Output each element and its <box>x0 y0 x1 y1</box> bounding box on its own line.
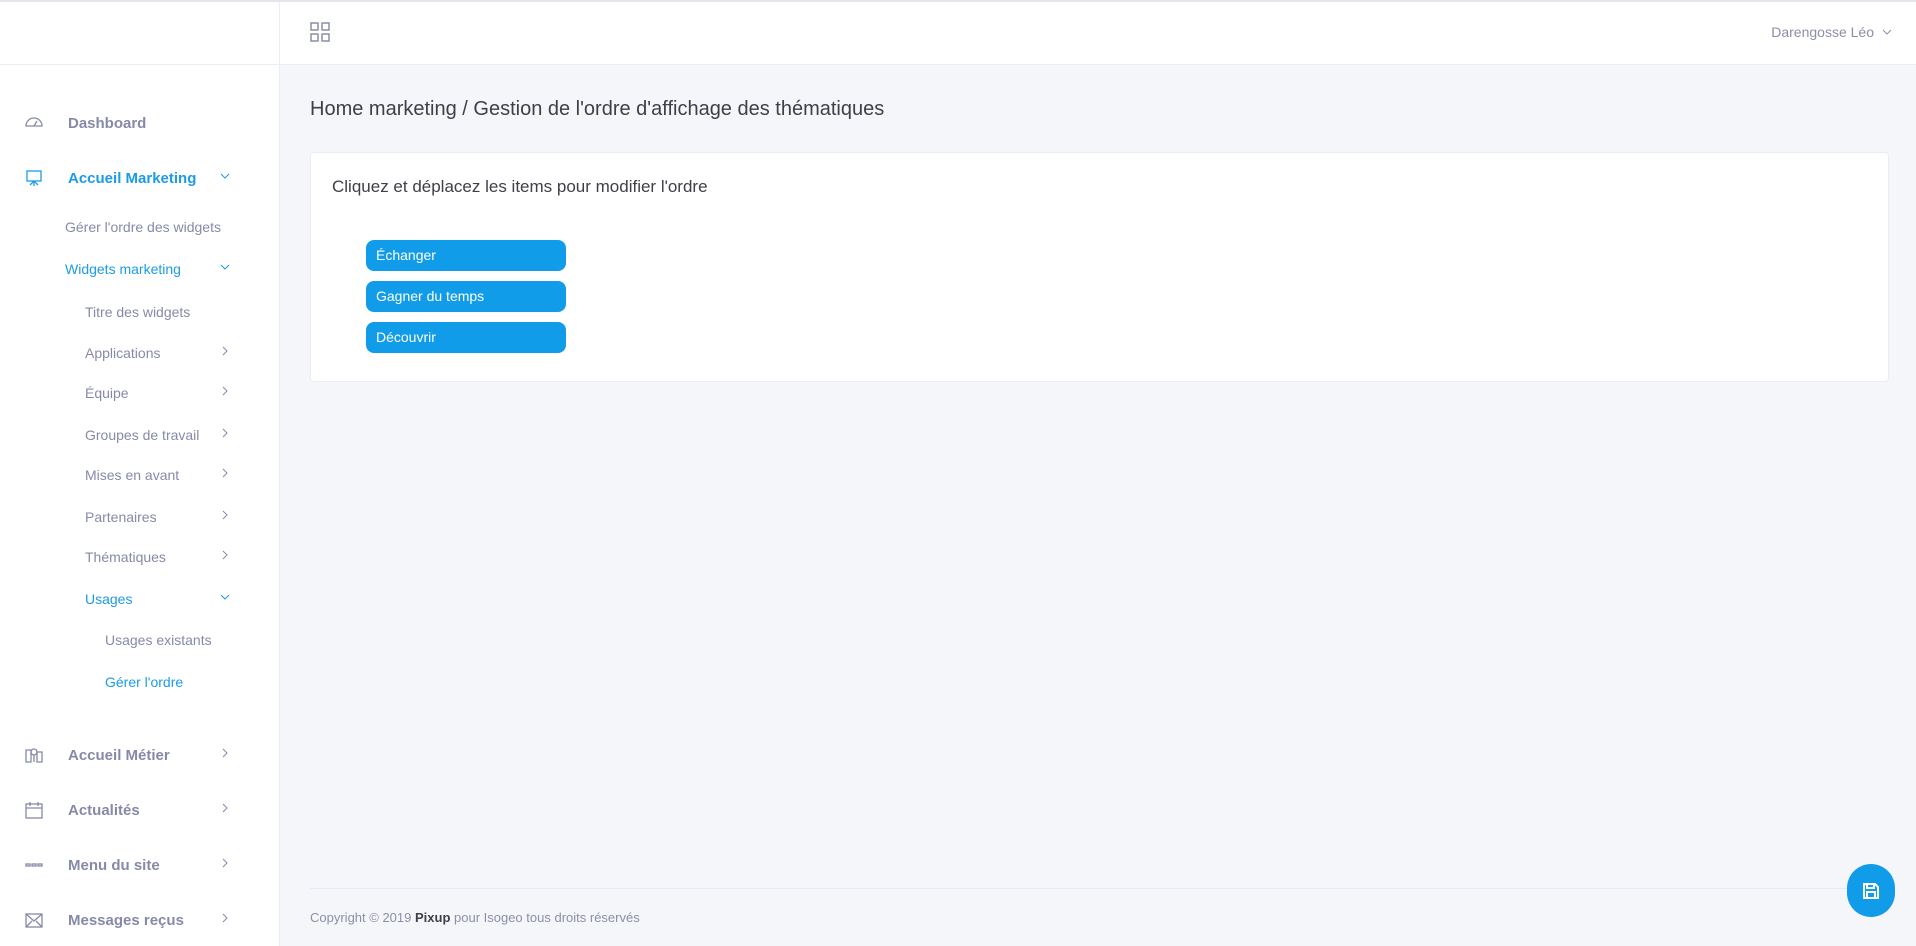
sidebar-item[interactable]: Applications <box>0 338 280 368</box>
chevron-down-icon <box>220 594 230 600</box>
sidebar-item-label: Dashboard <box>68 114 147 132</box>
map-pin-icon <box>25 748 43 763</box>
sidebar-item-label: Thématiques <box>85 549 166 565</box>
sidebar-item[interactable]: Dashboard <box>0 108 280 138</box>
chevron-right-icon <box>222 510 228 520</box>
footer-brand: Pixup <box>414 910 451 925</box>
sidebar-item-label: Gérer l'ordre des widgets <box>65 219 221 235</box>
grid-icon[interactable] <box>310 22 330 42</box>
chevron-down-icon <box>1882 29 1892 35</box>
sidebar-item-label: Menu du site <box>68 856 160 874</box>
sidebar-item[interactable]: Usages existants <box>0 625 280 655</box>
sidebar-item[interactable]: Messages reçus <box>0 905 280 935</box>
sidebar-item[interactable]: Accueil Marketing <box>0 163 280 193</box>
sidebar-item[interactable]: Groupes de travail <box>0 420 280 450</box>
sidebar-item-label: Équipe <box>85 385 129 401</box>
sidebar-item[interactable]: Titre des widgets <box>0 297 280 327</box>
sortable-item[interactable]: Découvrir <box>366 322 566 353</box>
save-icon <box>1863 882 1879 899</box>
sortable-item[interactable]: Gagner du temps <box>366 281 566 312</box>
sidebar-item[interactable]: Accueil Métier <box>0 740 280 770</box>
chevron-right-icon <box>222 346 228 356</box>
chevron-right-icon <box>222 748 228 758</box>
breadcrumb: Home marketing / Gestion de l'ordre d'af… <box>310 98 885 120</box>
footer: Copyright © 2019 Pixup pour Isogeo tous … <box>310 910 640 925</box>
presentation-icon <box>26 170 42 186</box>
sidebar-item-label: Accueil Métier <box>68 746 170 764</box>
footer-prefix: Copyright © 2019 <box>310 910 415 925</box>
chevron-right-icon <box>222 803 228 813</box>
sidebar-item[interactable]: Menu du site <box>0 850 280 880</box>
user-menu[interactable]: Darengosse Léo <box>1771 24 1892 40</box>
card-instruction: Cliquez et déplacez les items pour modif… <box>332 177 708 196</box>
sidebar-item[interactable]: Actualités <box>0 795 280 825</box>
user-name: Darengosse Léo <box>1771 24 1874 40</box>
top-bar: Darengosse Léo <box>0 0 1916 65</box>
chevron-right-icon <box>222 468 228 478</box>
sidebar-item[interactable]: Gérer l'ordre des widgets <box>0 212 280 242</box>
sidebar-item[interactable]: Gérer l'ordre <box>0 667 280 697</box>
chevron-down-icon <box>220 173 230 179</box>
gauge-icon <box>25 117 43 127</box>
sortable-item[interactable]: Échanger <box>366 240 566 271</box>
sidebar-item-label: Accueil Marketing <box>68 169 197 187</box>
sidebar-item-label: Actualités <box>68 801 140 819</box>
sidebar-item[interactable]: Partenaires <box>0 502 280 532</box>
envelope-icon <box>25 913 43 928</box>
sidebar-item[interactable]: Usages <box>0 584 280 614</box>
logo-area <box>0 2 280 65</box>
footer-suffix: pour Isogeo tous droits réservés <box>450 910 640 925</box>
menu-dots-icon <box>25 863 43 867</box>
sidebar-item-label: Partenaires <box>85 509 157 525</box>
sidebar-item-label: Gérer l'ordre <box>105 674 184 690</box>
sidebar-item-label: Titre des widgets <box>85 304 191 320</box>
sidebar-item-label: Usages existants <box>105 632 212 648</box>
sortable-card: Cliquez et déplacez les items pour modif… <box>310 152 1889 382</box>
chevron-right-icon <box>222 386 228 396</box>
footer-divider <box>310 888 1889 889</box>
sidebar-item[interactable]: Mises en avant <box>0 460 280 490</box>
save-button[interactable] <box>1847 864 1895 917</box>
sidebar-item[interactable]: Widgets marketing <box>0 254 280 284</box>
sidebar-item-label: Widgets marketing <box>65 261 181 277</box>
sidebar: Dashboard Accueil Marketing Gérer l'ordre … <box>0 65 280 946</box>
calendar-icon <box>25 802 43 819</box>
sidebar-item[interactable]: Équipe <box>0 378 280 408</box>
sidebar-item-label: Usages <box>85 591 133 607</box>
sidebar-item-label: Mises en avant <box>85 467 180 483</box>
chevron-right-icon <box>222 858 228 868</box>
sidebar-item[interactable]: Thématiques <box>0 542 280 572</box>
sidebar-item-label: Applications <box>85 345 161 361</box>
sidebar-item-label: Groupes de travail <box>85 427 200 443</box>
chevron-right-icon <box>222 550 228 560</box>
sidebar-item-label: Messages reçus <box>68 911 184 929</box>
chevron-down-icon <box>220 264 230 270</box>
chevron-right-icon <box>222 913 228 923</box>
chevron-right-icon <box>222 428 228 438</box>
